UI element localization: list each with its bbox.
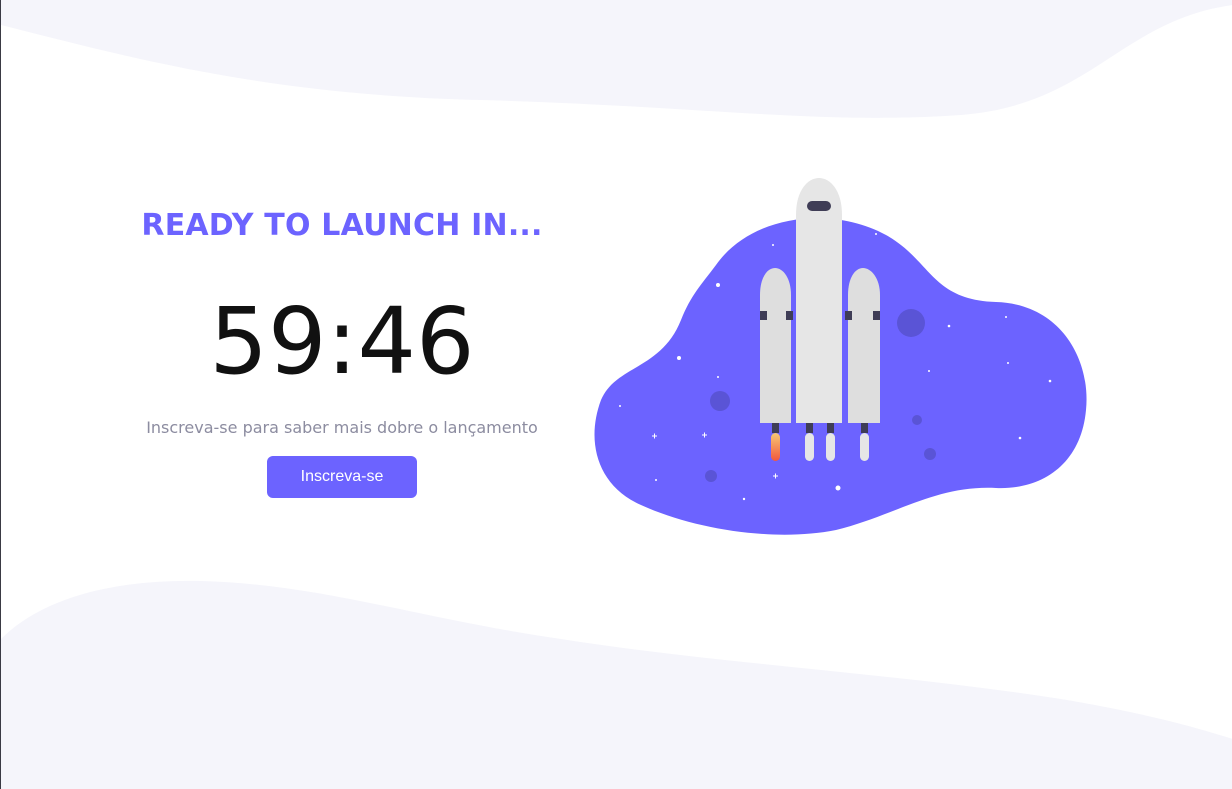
exhaust-pipe (826, 433, 835, 461)
hero-content: READY TO LAUNCH IN... 59:46 Inscreva-se … (141, 200, 543, 498)
left-booster (760, 268, 791, 423)
subscribe-button[interactable]: Inscreva-se (267, 456, 417, 498)
countdown-timer: 59:46 (209, 288, 475, 395)
planet-icon (912, 415, 922, 425)
rocket-launch-illustration (594, 178, 1087, 535)
top-wave-decoration (1, 0, 1232, 118)
subtitle-text: Inscreva-se para saber mais dobre o lanç… (146, 418, 538, 437)
engine-flame (771, 433, 780, 461)
exhaust-pipe (860, 433, 869, 461)
right-booster (848, 268, 880, 423)
rocket-window (807, 201, 831, 211)
planet-icon (710, 391, 730, 411)
page-title: READY TO LAUNCH IN... (141, 208, 543, 243)
planet-icon (897, 309, 925, 337)
landing-page: READY TO LAUNCH IN... 59:46 Inscreva-se … (0, 0, 1232, 789)
planet-icon (924, 448, 936, 460)
rocket-body (796, 178, 842, 423)
bottom-wave-decoration (1, 580, 1232, 789)
exhaust-pipe (805, 433, 814, 461)
planet-icon (705, 470, 717, 482)
